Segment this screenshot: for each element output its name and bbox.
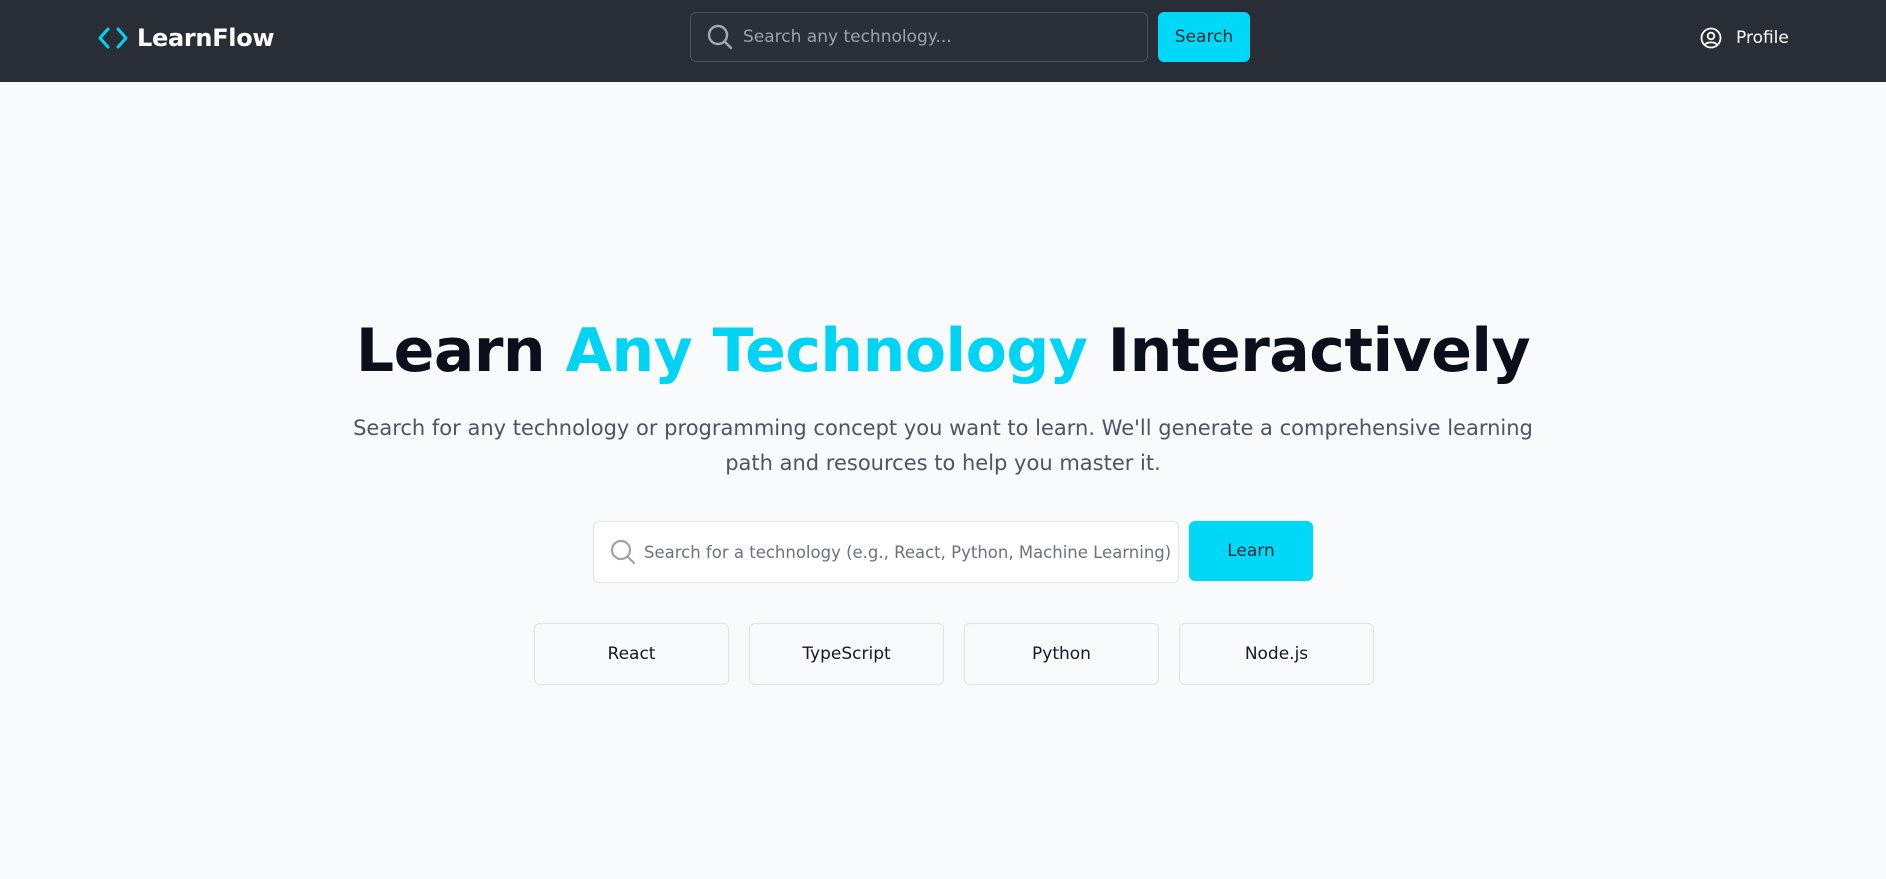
header-search-input[interactable] <box>743 22 1133 52</box>
hero-title-start: Learn <box>355 316 566 386</box>
brand-name: LearnFlow <box>137 24 275 52</box>
technology-search-input[interactable] <box>644 537 1174 567</box>
header-search-button[interactable]: Search <box>1158 12 1250 62</box>
search-icon <box>707 24 733 50</box>
suggestion-chip-typescript[interactable]: TypeScript <box>749 623 944 685</box>
hero-title-accent: Any Technology <box>565 316 1088 386</box>
suggestion-chip-react[interactable]: React <box>534 623 729 685</box>
technology-search-box <box>593 521 1179 583</box>
profile-label: Profile <box>1736 28 1789 48</box>
hero-subtitle: Search for any technology or programming… <box>353 416 1533 475</box>
header-search-box <box>690 12 1148 62</box>
learn-button[interactable]: Learn <box>1189 521 1313 581</box>
top-navbar: LearnFlow Search Profile <box>0 0 1886 82</box>
profile-link[interactable]: Profile <box>1700 24 1789 52</box>
brand-logo[interactable]: LearnFlow <box>98 22 275 54</box>
code-brackets-icon <box>98 27 128 49</box>
search-icon <box>610 539 636 565</box>
hero-title: Learn Any Technology Interactively <box>0 316 1886 386</box>
suggestion-chip-nodejs[interactable]: Node.js <box>1179 623 1374 685</box>
user-circle-icon <box>1700 27 1722 49</box>
suggestion-chip-python[interactable]: Python <box>964 623 1159 685</box>
hero-title-end: Interactively <box>1087 316 1531 386</box>
